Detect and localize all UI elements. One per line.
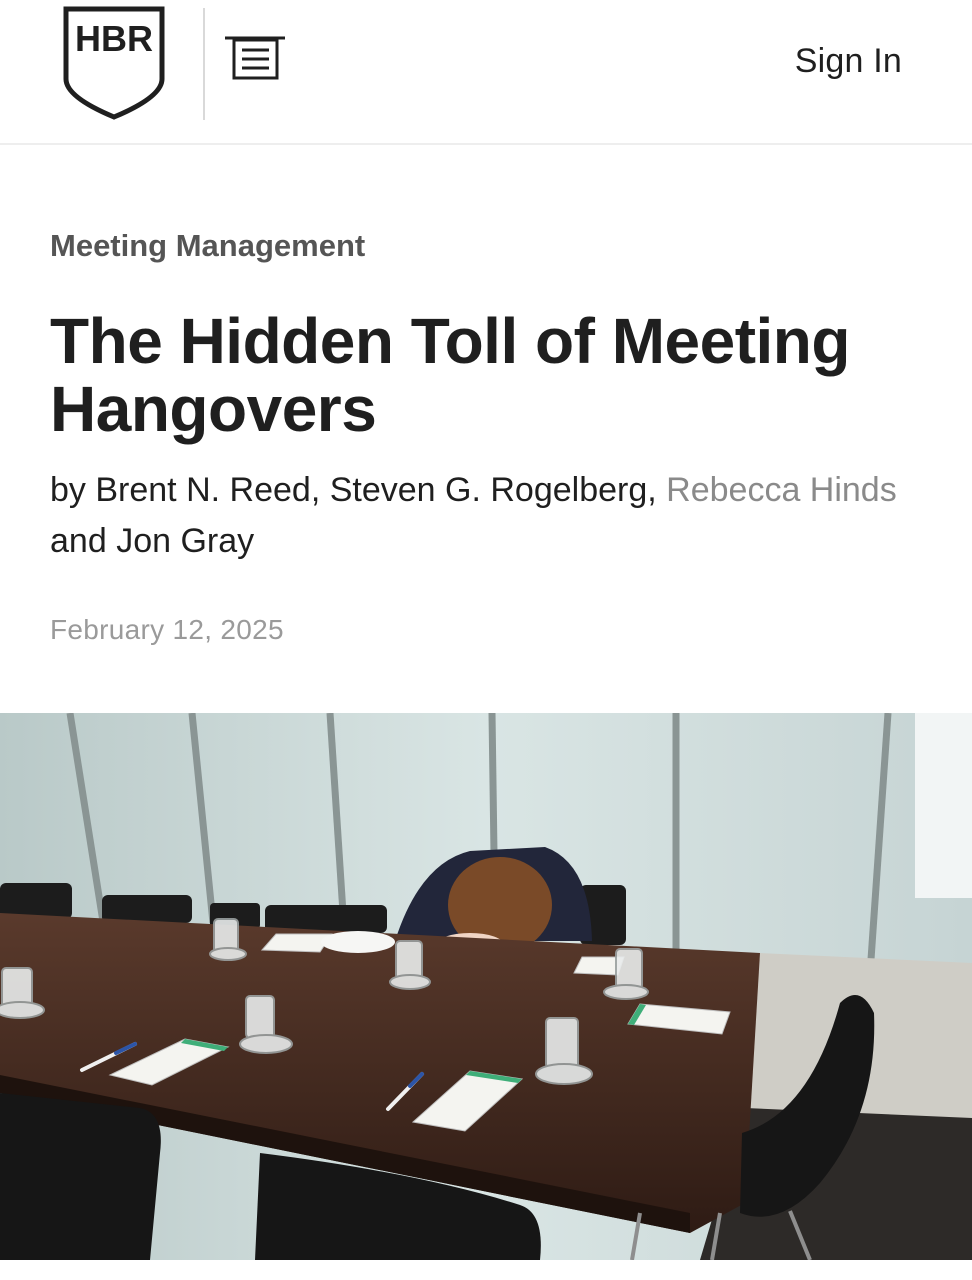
menu-list-icon — [225, 36, 285, 80]
author-link[interactable]: Brent N. Reed — [95, 471, 310, 509]
hero-image — [0, 713, 972, 1260]
author-link[interactable]: Steven G. Rogelberg — [330, 471, 648, 509]
hbr-logo[interactable]: HBR — [62, 5, 166, 121]
byline-prefix: by — [50, 471, 96, 509]
byline-separator: , — [310, 471, 330, 509]
byline-separator: , — [647, 471, 667, 509]
byline-separator: and — [50, 522, 117, 560]
topic-link[interactable]: Meeting Management — [50, 228, 365, 264]
author-link[interactable]: Rebecca Hinds — [666, 471, 897, 509]
site-header: HBR Sign In — [0, 0, 972, 145]
article-title: The Hidden Toll of Meeting Hangovers — [50, 305, 850, 445]
byline: by Brent N. Reed, Steven G. Rogelberg, R… — [50, 465, 910, 567]
sign-in-link[interactable]: Sign In — [795, 42, 902, 81]
author-link[interactable]: Jon Gray — [116, 522, 254, 560]
publish-date: February 12, 2025 — [50, 614, 284, 645]
menu-button[interactable] — [224, 34, 288, 84]
meeting-room-photo — [0, 713, 972, 1260]
header-divider — [203, 8, 205, 120]
logo-text: HBR — [75, 18, 153, 59]
